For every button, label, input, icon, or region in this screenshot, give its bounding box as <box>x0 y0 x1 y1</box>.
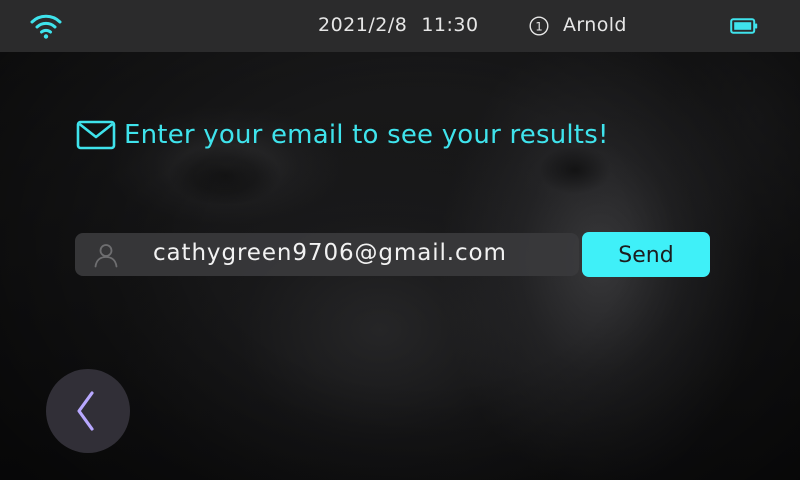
status-bar: 2021/2/8 11:30 1 Arnold <box>0 0 800 52</box>
chevron-left-icon <box>77 391 94 431</box>
battery-icon <box>730 18 758 34</box>
back-button[interactable] <box>46 369 130 453</box>
email-value[interactable]: cathygreen9706@gmail.com <box>153 240 507 266</box>
user-number: 1 <box>535 19 542 33</box>
send-button[interactable]: Send <box>582 232 710 277</box>
email-prompt: Enter your email to see your results! <box>76 117 609 153</box>
user-number-icon: 1 <box>529 16 549 36</box>
status-time: 11:30 <box>421 14 479 36</box>
mail-icon <box>76 120 116 150</box>
email-results-screen: 2021/2/8 11:30 1 Arnold Enter your email … <box>0 0 800 480</box>
prompt-text: Enter your email to see your results! <box>124 120 609 150</box>
person-icon <box>94 244 118 268</box>
user-name: Arnold <box>563 14 627 36</box>
email-field[interactable]: cathygreen9706@gmail.com <box>75 233 579 276</box>
date-time: 2021/2/8 11:30 <box>318 14 479 36</box>
wifi-icon <box>30 14 62 39</box>
status-date: 2021/2/8 <box>318 14 408 36</box>
